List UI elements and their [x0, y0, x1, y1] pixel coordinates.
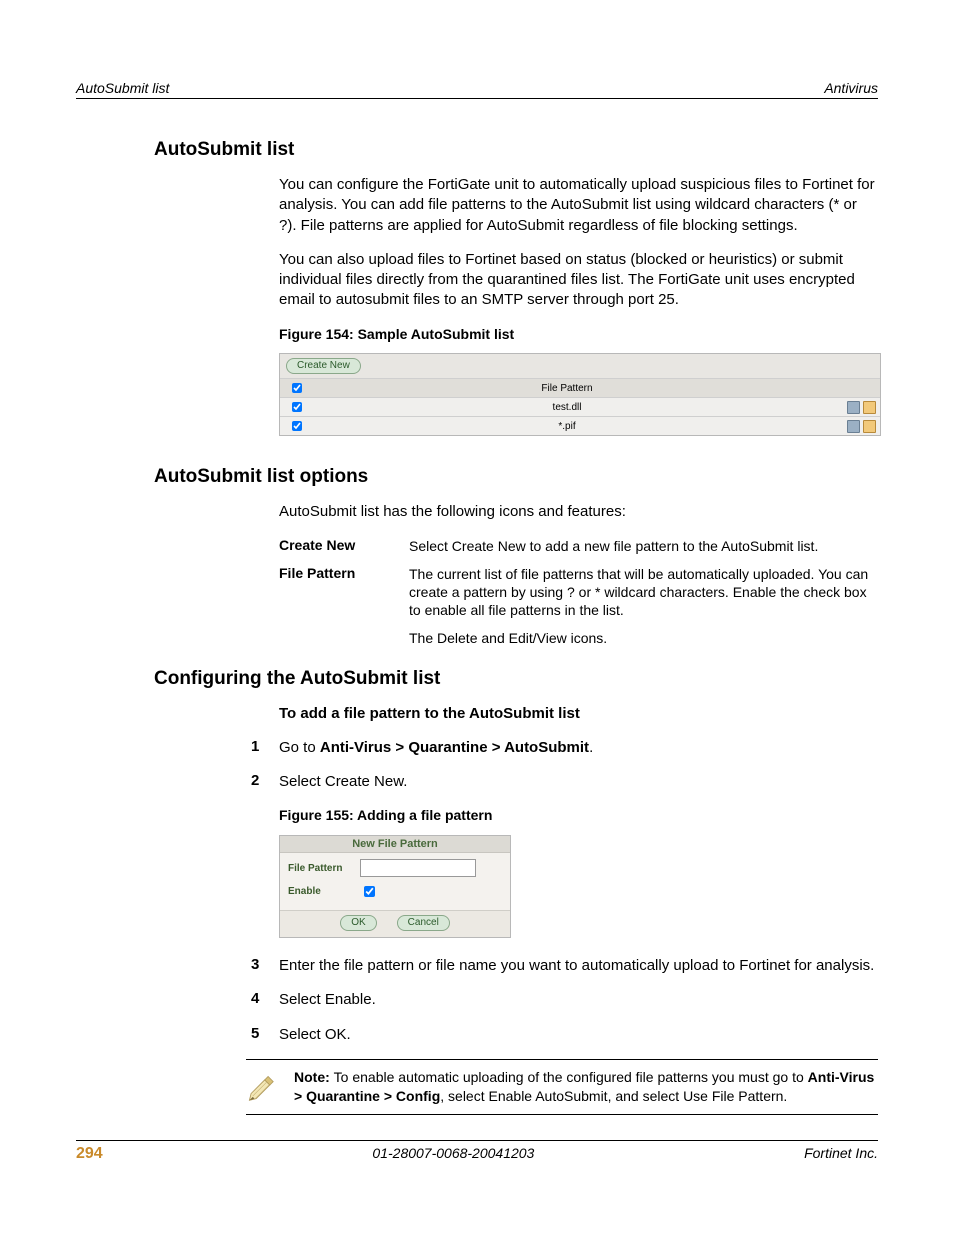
- table-row: test.dll: [280, 398, 880, 417]
- create-new-button[interactable]: Create New: [286, 358, 361, 374]
- fig154-toolbar: Create New: [280, 354, 880, 378]
- note-block: Note: To enable automatic uploading of t…: [246, 1059, 878, 1115]
- step-text: Go to Anti-Virus > Quarantine > AutoSubm…: [279, 738, 878, 758]
- option-row: File Pattern The current list of file pa…: [279, 565, 878, 620]
- procedure-title: To add a file pattern to the AutoSubmit …: [279, 704, 878, 724]
- column-file-pattern: File Pattern: [312, 379, 822, 398]
- heading-options: AutoSubmit list options: [76, 466, 878, 492]
- step-number: 5: [251, 1025, 279, 1045]
- note-body-1: To enable automatic uploading of the con…: [334, 1069, 808, 1085]
- row-pattern: test.dll: [312, 398, 822, 417]
- intro-paragraph-2: You can also upload files to Fortinet ba…: [279, 250, 878, 311]
- doc-id: 01-28007-0068-20041203: [372, 1145, 534, 1163]
- note-icon: [246, 1068, 280, 1102]
- dialog-title: New File Pattern: [280, 836, 510, 853]
- column-actions: [822, 379, 880, 398]
- option-key: [279, 629, 409, 647]
- step-text: Select OK.: [279, 1025, 878, 1045]
- step-3: 3 Enter the file pattern or file name yo…: [279, 956, 878, 976]
- note-label: Note:: [294, 1069, 334, 1085]
- option-key: Create New: [279, 537, 409, 555]
- step-text: Enter the file pattern or file name you …: [279, 956, 878, 976]
- edit-icon[interactable]: [863, 401, 876, 414]
- page-footer: 294 01-28007-0068-20041203 Fortinet Inc.: [76, 1140, 878, 1163]
- cancel-button[interactable]: Cancel: [397, 915, 450, 931]
- option-value: The current list of file patterns that w…: [409, 565, 878, 620]
- label-file-pattern: File Pattern: [288, 863, 360, 874]
- header-left: AutoSubmit list: [76, 80, 169, 96]
- option-value: Select Create New to add a new file patt…: [409, 537, 878, 555]
- option-value: The Delete and Edit/View icons.: [409, 629, 878, 647]
- option-key: File Pattern: [279, 565, 409, 620]
- page-number: 294: [76, 1145, 103, 1163]
- company-name: Fortinet Inc.: [804, 1145, 878, 1163]
- file-pattern-input[interactable]: [360, 859, 476, 877]
- step-number: 4: [251, 990, 279, 1010]
- running-header: AutoSubmit list Antivirus: [76, 80, 878, 99]
- step-text-post: .: [589, 739, 593, 756]
- figure-154: Create New File Pattern test.dll *.pif: [279, 353, 881, 436]
- options-intro: AutoSubmit list has the following icons …: [279, 502, 878, 522]
- field-row-file-pattern: File Pattern: [288, 859, 502, 877]
- note-body-2: , select Enable AutoSubmit, and select U…: [440, 1088, 787, 1104]
- select-all-checkbox[interactable]: [292, 383, 302, 393]
- table-header-row: File Pattern: [280, 379, 880, 398]
- row-checkbox[interactable]: [292, 402, 302, 412]
- options-table: Create New Select Create New to add a ne…: [279, 537, 878, 648]
- step-number: 2: [251, 772, 279, 792]
- step-5: 5 Select OK.: [279, 1025, 878, 1045]
- step-1: 1 Go to Anti-Virus > Quarantine > AutoSu…: [279, 738, 878, 758]
- step-text: Select Enable.: [279, 990, 878, 1010]
- option-row: Create New Select Create New to add a ne…: [279, 537, 878, 555]
- intro-paragraph-1: You can configure the FortiGate unit to …: [279, 175, 878, 236]
- ok-button[interactable]: OK: [340, 915, 376, 931]
- figure-154-caption: Figure 154: Sample AutoSubmit list: [279, 325, 878, 344]
- option-row: The Delete and Edit/View icons.: [279, 629, 878, 647]
- row-checkbox[interactable]: [292, 421, 302, 431]
- delete-icon[interactable]: [847, 420, 860, 433]
- label-enable: Enable: [288, 886, 360, 897]
- figure-155: New File Pattern File Pattern Enable OK …: [279, 835, 511, 938]
- figure-155-caption: Figure 155: Adding a file pattern: [279, 806, 878, 825]
- step-4: 4 Select Enable.: [279, 990, 878, 1010]
- heading-configuring: Configuring the AutoSubmit list: [76, 668, 878, 694]
- step-text-pre: Go to: [279, 739, 320, 756]
- step-text: Select Create New.: [279, 772, 878, 792]
- header-checkbox-cell: [280, 379, 312, 398]
- table-row: *.pif: [280, 417, 880, 436]
- fig154-table: File Pattern test.dll *.pif: [280, 378, 880, 435]
- note-text: Note: To enable automatic uploading of t…: [294, 1068, 878, 1106]
- row-pattern: *.pif: [312, 417, 822, 436]
- header-right: Antivirus: [824, 80, 878, 96]
- step-number: 3: [251, 956, 279, 976]
- heading-autosubmit-list: AutoSubmit list: [76, 139, 878, 165]
- step-text-bold: Anti-Virus > Quarantine > AutoSubmit: [320, 739, 589, 756]
- step-2: 2 Select Create New.: [279, 772, 878, 792]
- field-row-enable: Enable: [288, 883, 502, 900]
- enable-checkbox[interactable]: [364, 886, 375, 897]
- edit-icon[interactable]: [863, 420, 876, 433]
- step-number: 1: [251, 738, 279, 758]
- delete-icon[interactable]: [847, 401, 860, 414]
